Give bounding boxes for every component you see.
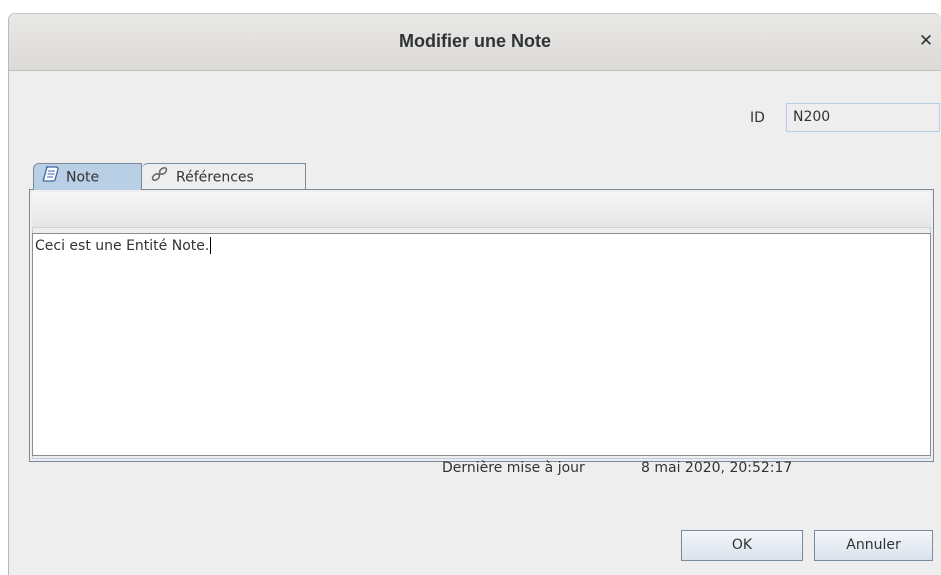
note-text: Ceci est une Entité Note. — [35, 238, 210, 254]
editor-toolbar — [32, 192, 931, 228]
title-bar[interactable]: Modifier une Note ✕ — [9, 14, 941, 71]
tab-references[interactable]: Références — [142, 163, 306, 190]
close-icon[interactable]: ✕ — [915, 29, 937, 53]
cancel-button[interactable]: Annuler — [814, 530, 933, 561]
tab-references-label: Références — [176, 169, 254, 186]
id-label: ID — [750, 110, 765, 126]
text-caret — [210, 237, 212, 254]
edit-note-dialog: Modifier une Note ✕ ID N200 Note Référen… — [8, 13, 941, 575]
link-icon — [150, 165, 170, 187]
tab-note[interactable]: Note — [33, 163, 142, 190]
last-update-value: 8 mai 2020, 20:52:17 — [641, 460, 793, 476]
ok-button[interactable]: OK — [681, 530, 803, 561]
note-icon — [42, 165, 60, 187]
note-text-area[interactable]: Ceci est une Entité Note. — [32, 233, 931, 456]
last-update-label: Dernière mise à jour — [442, 460, 585, 476]
tab-note-label: Note — [66, 169, 100, 186]
id-field[interactable]: N200 — [786, 103, 940, 132]
note-panel: Ceci est une Entité Note. — [29, 189, 934, 462]
dialog-title: Modifier une Note — [399, 31, 551, 51]
